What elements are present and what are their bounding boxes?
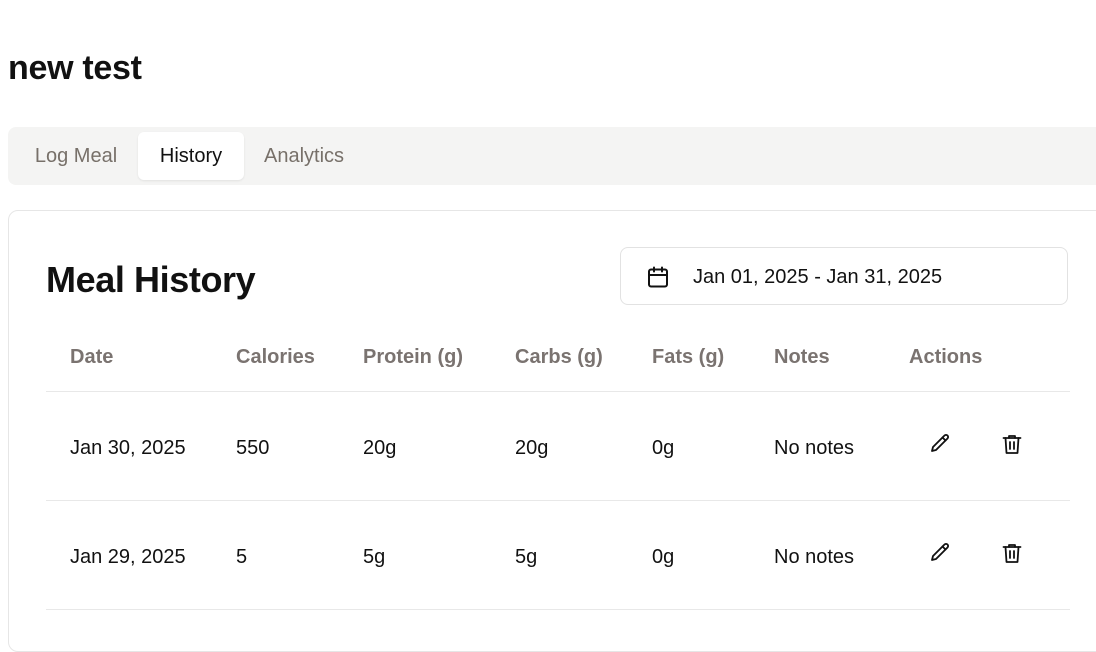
cell-notes: No notes — [774, 546, 855, 568]
card-title: Meal History — [46, 259, 256, 300]
cell-carbs: 5g — [515, 546, 538, 568]
tab-log-meal[interactable]: Log Meal — [16, 132, 136, 180]
table-row: Jan 29, 2025 5 5g 5g 0g No notes — [46, 501, 1070, 609]
column-header-calories: Calories — [236, 346, 315, 368]
cell-protein: 5g — [363, 546, 386, 568]
cell-date: Jan 30, 2025 — [70, 437, 186, 459]
pencil-icon — [928, 541, 952, 570]
table-row: Jan 30, 2025 550 20g 20g 0g No notes — [46, 392, 1070, 500]
cell-protein: 20g — [363, 437, 397, 459]
tab-list: Log Meal History Analytics — [8, 127, 1096, 185]
column-header-notes: Notes — [774, 346, 830, 368]
date-range-label: Jan 01, 2025 - Jan 31, 2025 — [693, 266, 943, 288]
delete-button[interactable] — [997, 431, 1027, 461]
cell-fats: 0g — [652, 437, 675, 459]
cell-carbs: 20g — [515, 437, 549, 459]
cell-date: Jan 29, 2025 — [70, 546, 186, 568]
trash-icon — [1000, 432, 1024, 461]
pencil-icon — [928, 432, 952, 461]
column-header-fats: Fats (g) — [652, 346, 725, 368]
column-header-carbs: Carbs (g) — [515, 346, 603, 368]
edit-button[interactable] — [925, 540, 955, 570]
divider — [46, 609, 1070, 610]
calendar-icon — [646, 265, 670, 289]
column-header-date: Date — [70, 346, 114, 368]
column-header-protein: Protein (g) — [363, 346, 463, 368]
tab-history[interactable]: History — [138, 132, 244, 180]
meal-history-card: Meal History Jan 01, 2025 - Jan 31, 2025… — [8, 210, 1096, 652]
page-title: new test — [8, 49, 142, 87]
cell-calories: 550 — [236, 437, 270, 459]
edit-button[interactable] — [925, 431, 955, 461]
cell-notes: No notes — [774, 437, 855, 459]
column-header-actions: Actions — [909, 346, 983, 368]
tab-analytics[interactable]: Analytics — [246, 132, 362, 180]
cell-calories: 5 — [236, 546, 248, 568]
date-range-picker[interactable]: Jan 01, 2025 - Jan 31, 2025 — [620, 247, 1068, 305]
cell-fats: 0g — [652, 546, 675, 568]
delete-button[interactable] — [997, 540, 1027, 570]
trash-icon — [1000, 541, 1024, 570]
